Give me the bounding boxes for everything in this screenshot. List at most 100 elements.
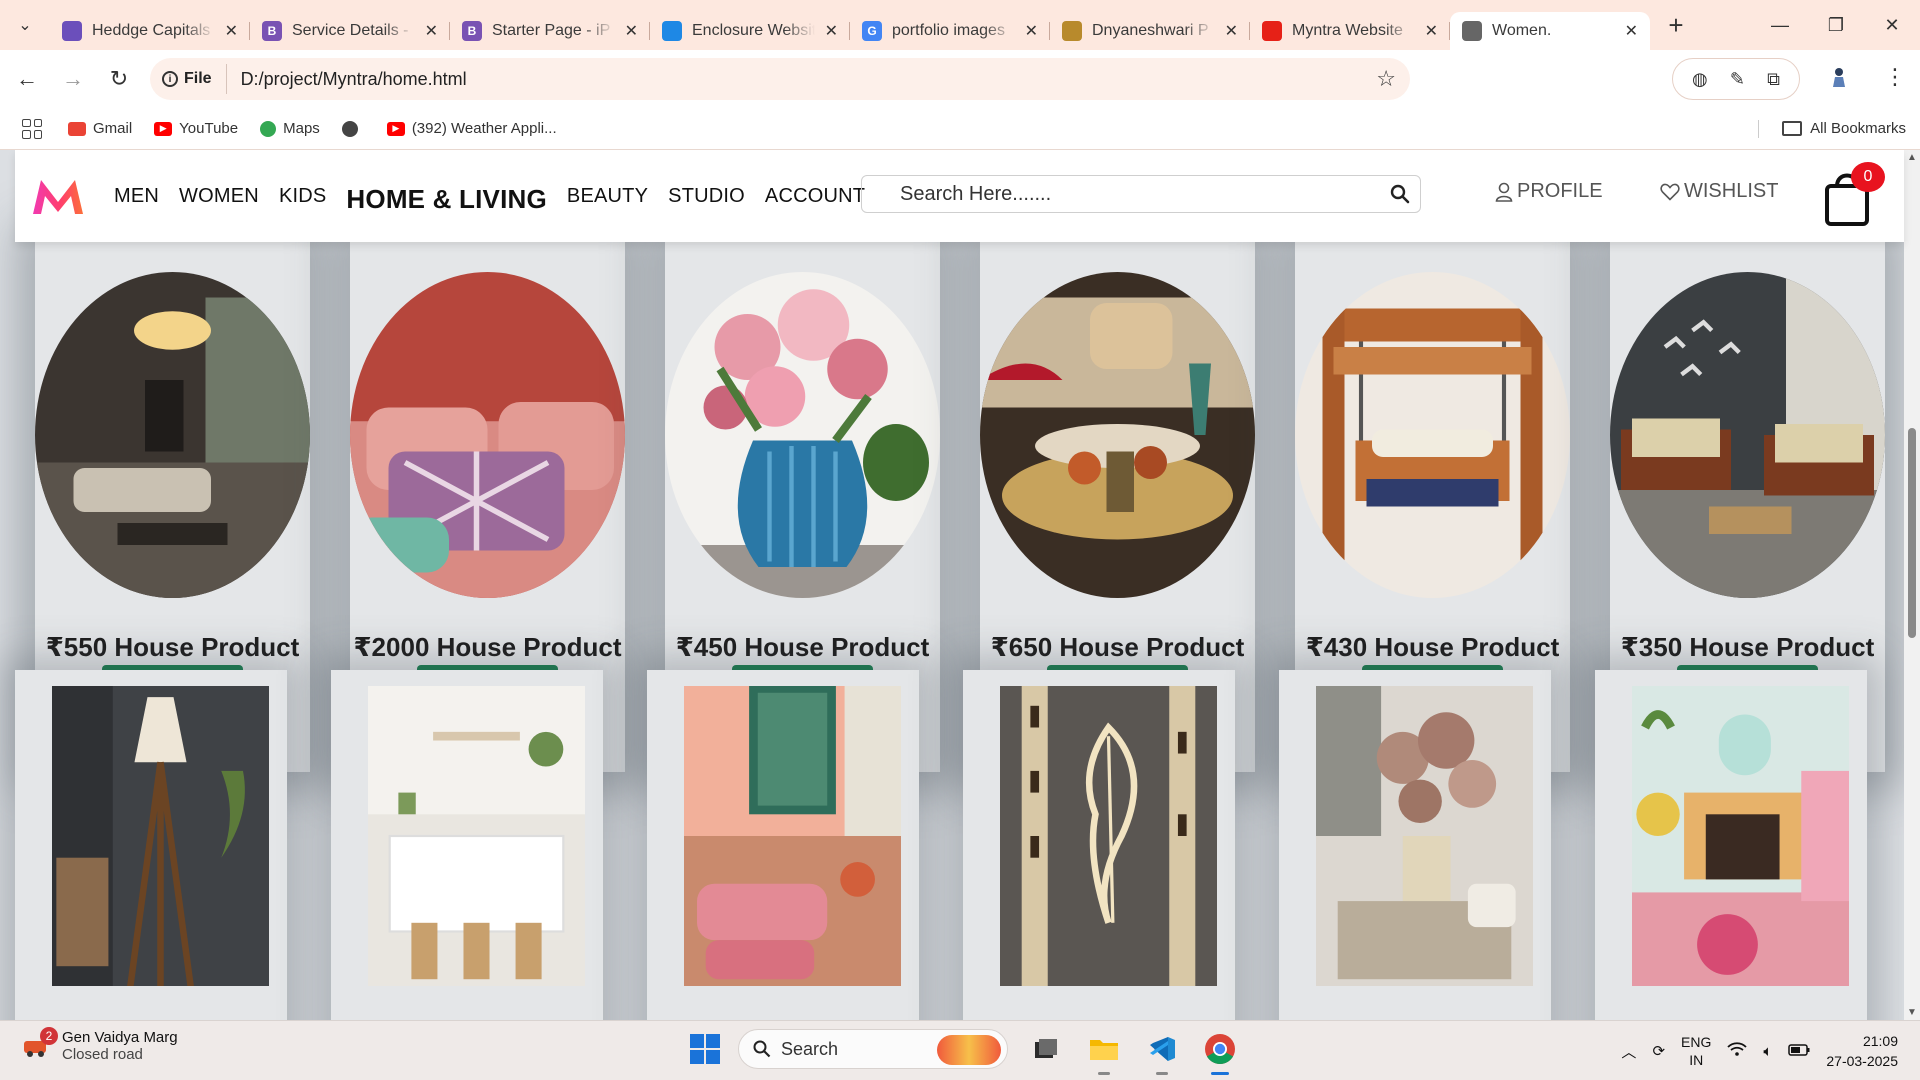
- nav-link-men[interactable]: MEN: [114, 185, 159, 208]
- wishlist-link[interactable]: WISHLIST: [1660, 180, 1778, 203]
- apps-grid-icon[interactable]: [22, 118, 42, 139]
- close-tab-icon[interactable]: ✕: [225, 21, 238, 41]
- bookmark-star-icon[interactable]: ☆: [1376, 66, 1396, 92]
- product-image[interactable]: [1000, 686, 1217, 986]
- chrome-icon[interactable]: [1200, 1029, 1240, 1075]
- browser-tab[interactable]: Dnyaneshwari P ✕: [1050, 12, 1250, 50]
- product-image[interactable]: [350, 272, 625, 598]
- battery-icon[interactable]: [1788, 1043, 1810, 1060]
- profile-avatar-icon[interactable]: [1830, 66, 1848, 94]
- nav-link-home-living[interactable]: HOME & LIVING: [346, 184, 547, 215]
- restore-icon[interactable]: ❐: [1808, 0, 1864, 50]
- myntra-logo[interactable]: [31, 176, 85, 216]
- product-image[interactable]: [1295, 272, 1570, 598]
- close-tab-icon[interactable]: ✕: [1025, 21, 1038, 41]
- product-image[interactable]: [35, 272, 310, 598]
- product-image[interactable]: [1632, 686, 1849, 986]
- product-image[interactable]: [684, 686, 901, 986]
- search-icon[interactable]: [1380, 184, 1420, 204]
- bookmark-item[interactable]: ▶ (392) Weather Appli...: [386, 120, 557, 137]
- chevron-up-icon[interactable]: ︿: [1621, 1041, 1636, 1062]
- search-highlight-icon: [937, 1035, 1001, 1065]
- product-image[interactable]: [1610, 272, 1885, 598]
- omnibox[interactable]: i File D:/project/Myntra/home.html ☆: [150, 58, 1410, 100]
- close-tab-icon[interactable]: ✕: [1625, 21, 1638, 41]
- traffic-alert-icon: 2: [22, 1027, 58, 1059]
- nav-link-studio[interactable]: STUDIO: [668, 185, 745, 208]
- youtube-red-icon: [1262, 21, 1282, 41]
- product-image[interactable]: [52, 686, 269, 986]
- search-box[interactable]: Search Here.......: [861, 175, 1421, 213]
- forward-icon[interactable]: →: [50, 66, 96, 92]
- browser-tab[interactable]: Enclosure Websit ✕: [650, 12, 850, 50]
- google-icon: G: [862, 21, 882, 41]
- nav-link-beauty[interactable]: BEAUTY: [567, 185, 648, 208]
- minimize-icon[interactable]: —: [1752, 0, 1808, 50]
- reload-icon[interactable]: ↻: [96, 66, 142, 92]
- browser-tab[interactable]: Women. ✕: [1450, 12, 1650, 50]
- bookmark-item[interactable]: ▶ YouTube: [154, 120, 238, 137]
- product-image[interactable]: [980, 272, 1255, 598]
- network-sync-icon[interactable]: ⟳: [1652, 1042, 1665, 1060]
- bookmarks-divider: [1758, 120, 1759, 138]
- all-bookmarks-button[interactable]: All Bookmarks: [1782, 120, 1906, 137]
- product-image[interactable]: [368, 686, 585, 986]
- windows-start-icon[interactable]: [690, 1034, 720, 1064]
- browser-tab[interactable]: Heddge Capitals ✕: [50, 12, 250, 50]
- page-scrollbar[interactable]: ▲ ▼: [1904, 150, 1920, 1020]
- site-info-chip[interactable]: i File: [162, 64, 227, 94]
- close-tab-icon[interactable]: ✕: [825, 21, 838, 41]
- youtube-icon: ▶: [154, 121, 173, 136]
- browser-menu-icon[interactable]: ⋮: [1884, 64, 1906, 90]
- browser-tab[interactable]: Myntra Website ✕: [1250, 12, 1450, 50]
- tab-search-button[interactable]: ⌄: [0, 0, 50, 50]
- browser-tab[interactable]: G portfolio images ✕: [850, 12, 1050, 50]
- bookmark-item[interactable]: Gmail: [68, 120, 132, 137]
- lens-extension-icon[interactable]: ◍: [1692, 69, 1708, 90]
- close-tab-icon[interactable]: ✕: [1425, 21, 1438, 41]
- browser-tab[interactable]: B Service Details - ✕: [250, 12, 450, 50]
- close-tab-icon[interactable]: ✕: [1225, 21, 1238, 41]
- scrollbar-thumb[interactable]: [1908, 428, 1916, 638]
- volume-icon[interactable]: 🔈︎: [1763, 1043, 1772, 1060]
- window-controls: — ❐ ✕: [1752, 0, 1920, 50]
- info-icon: i: [162, 71, 178, 87]
- profile-link[interactable]: PROFILE: [1495, 180, 1603, 203]
- vscode-icon[interactable]: [1142, 1029, 1182, 1075]
- bookmarks-bar: Gmail ▶ YouTube Maps ▶ (392) Weather Appl…: [0, 108, 1920, 150]
- bookmark-item[interactable]: [341, 120, 365, 137]
- url-text[interactable]: D:/project/Myntra/home.html: [241, 69, 467, 90]
- wifi-icon[interactable]: [1727, 1041, 1747, 1061]
- file-explorer-icon[interactable]: [1084, 1029, 1124, 1075]
- scroll-down-arrow[interactable]: ▼: [1907, 1007, 1917, 1018]
- product-image[interactable]: [665, 272, 940, 598]
- nav-link-account[interactable]: ACCOUNT: [765, 185, 865, 208]
- browser-tab[interactable]: B Starter Page - iP ✕: [450, 12, 650, 50]
- image-icon: [662, 21, 682, 41]
- task-view-icon[interactable]: [1026, 1029, 1066, 1069]
- close-window-icon[interactable]: ✕: [1864, 0, 1920, 50]
- tab-title: Starter Page - iP: [492, 22, 611, 39]
- new-tab-button[interactable]: +: [1656, 10, 1696, 41]
- close-tab-icon[interactable]: ✕: [425, 21, 438, 41]
- address-toolbar: ← → ↻ i File D:/project/Myntra/home.html…: [0, 50, 1920, 108]
- language-indicator[interactable]: ENG IN: [1681, 1033, 1711, 1069]
- back-icon[interactable]: ←: [4, 66, 50, 92]
- clock-date: 27-03-2025: [1826, 1053, 1898, 1069]
- weather-widget[interactable]: 2 Gen Vaidya Marg Closed road: [22, 1027, 178, 1063]
- nav-link-kids[interactable]: KIDS: [279, 185, 326, 208]
- puzzle-extensions-icon[interactable]: ⧉: [1767, 69, 1780, 90]
- scroll-up-arrow[interactable]: ▲: [1907, 152, 1917, 163]
- film-icon: [62, 21, 82, 41]
- product-card: [647, 670, 919, 1020]
- nav-link-women[interactable]: WOMEN: [179, 185, 259, 208]
- lang-region: IN: [1689, 1052, 1704, 1068]
- taskbar-search[interactable]: Search: [738, 1029, 1008, 1069]
- bookmark-item[interactable]: Maps: [260, 120, 320, 137]
- clock[interactable]: 21:09 27-03-2025: [1826, 1031, 1898, 1071]
- search-input[interactable]: Search Here.......: [900, 183, 1380, 206]
- product-image[interactable]: [1316, 686, 1533, 986]
- close-tab-icon[interactable]: ✕: [625, 21, 638, 41]
- eyedropper-extension-icon[interactable]: ✎: [1730, 69, 1745, 90]
- folder-icon: [1782, 121, 1803, 136]
